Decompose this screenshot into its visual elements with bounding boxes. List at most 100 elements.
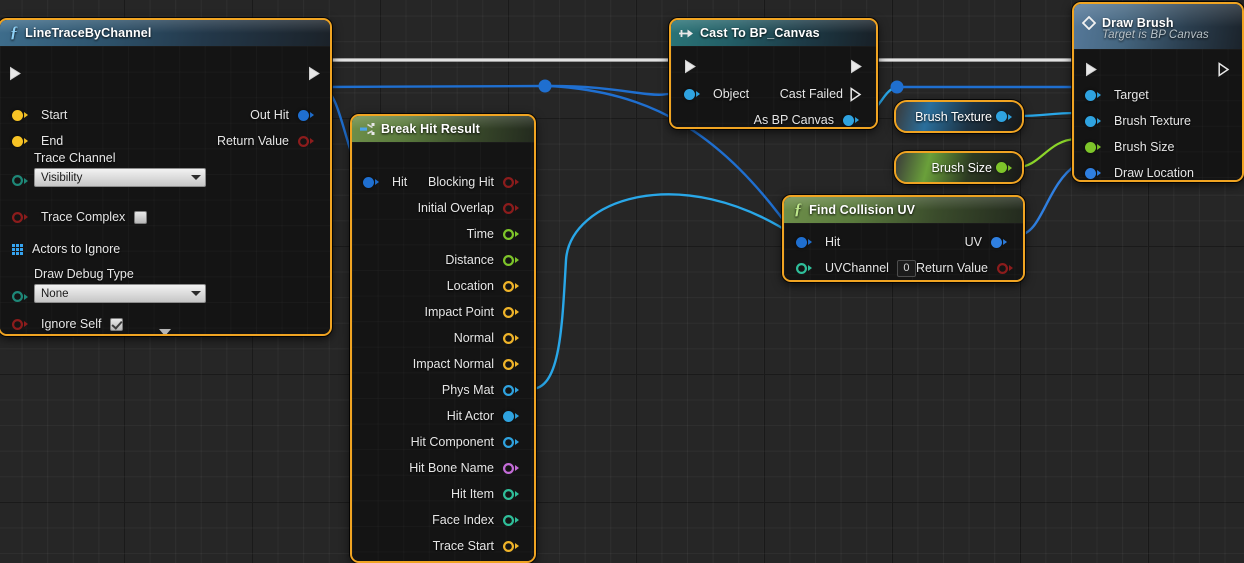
draw-location-pin[interactable] xyxy=(1085,167,1105,179)
node-header-draw-brush: Draw Brush Target is BP Canvas xyxy=(1074,4,1242,49)
output-label: Time xyxy=(466,227,494,241)
exec-in-pin[interactable] xyxy=(684,59,697,74)
trace-channel-label: Trace Channel xyxy=(34,151,116,165)
wire-uv-drawlocation xyxy=(1017,164,1077,237)
node-line-trace-by-channel[interactable]: ƒ LineTraceByChannel Start Out Hit End R… xyxy=(0,18,332,336)
brush-size-var-pin[interactable] xyxy=(996,162,1016,173)
trace-channel-dropdown[interactable]: Visibility xyxy=(34,168,206,187)
impact-point-pin[interactable]: Impact Point xyxy=(425,305,523,319)
trace-complex-label: Trace Complex xyxy=(41,210,126,224)
row-actors-to-ignore: Actors to Ignore xyxy=(12,236,120,262)
hit-bone-name-pin[interactable]: Hit Bone Name xyxy=(409,461,523,475)
chevron-down-icon xyxy=(191,291,201,296)
trace-complex-checkbox[interactable] xyxy=(134,210,148,224)
start-pin[interactable]: Start xyxy=(12,108,67,122)
start-label: Start xyxy=(41,108,68,122)
distance-pin[interactable]: Distance xyxy=(445,253,523,267)
node-draw-brush[interactable]: Draw Brush Target is BP Canvas Target Br… xyxy=(1072,2,1244,182)
brush-texture-pin[interactable] xyxy=(1085,115,1105,127)
node-header-line-trace: ƒ LineTraceByChannel xyxy=(0,20,330,46)
output-label: Normal xyxy=(453,331,494,345)
wire-reroute-castobject xyxy=(549,84,689,96)
trace-complex-pin[interactable] xyxy=(12,212,32,223)
exec-out-pin[interactable] xyxy=(308,66,321,81)
row-draw-location: Draw Location xyxy=(1085,160,1194,180)
row-output-time: Time xyxy=(363,221,523,247)
as-bp-canvas-pin[interactable]: As BP Canvas xyxy=(754,113,863,127)
normal-pin[interactable]: Normal xyxy=(454,331,523,345)
row-output-distance: Distance xyxy=(363,247,523,273)
as-bp-canvas-label: As BP Canvas xyxy=(753,113,834,127)
uv-pin[interactable]: UV xyxy=(965,235,1011,249)
end-pin[interactable]: End xyxy=(12,134,63,148)
return-value-pin[interactable]: Return Value xyxy=(916,261,1017,275)
blocking-hit-pin[interactable]: Blocking Hit xyxy=(428,175,523,189)
end-label: End xyxy=(41,134,64,148)
hit-component-pin[interactable]: Hit Component xyxy=(411,435,523,449)
exec-in-pin[interactable] xyxy=(1085,62,1098,77)
brush-texture-var-pin[interactable] xyxy=(996,111,1016,122)
row-start-outhit: Start Out Hit xyxy=(0,102,330,128)
exec-out-pin[interactable] xyxy=(1218,61,1231,77)
field-trace-channel: Trace Channel Visibility xyxy=(12,151,222,187)
uvchannel-input[interactable]: 0 xyxy=(896,259,916,277)
node-cast-to-bp-canvas[interactable]: Cast To BP_Canvas Object Cast Failed As … xyxy=(669,18,878,129)
out-hit-pin[interactable]: Out Hit xyxy=(250,108,318,122)
trace-channel-pin[interactable] xyxy=(12,175,32,186)
object-pin[interactable]: Object xyxy=(684,87,749,101)
draw-debug-type-pin[interactable] xyxy=(12,291,32,302)
uvchannel-label: UVChannel xyxy=(825,261,889,275)
chevron-down-icon xyxy=(191,175,201,180)
initial-overlap-pin[interactable]: Initial Overlap xyxy=(418,201,523,215)
blueprint-graph-canvas[interactable]: ƒ LineTraceByChannel Start Out Hit End R… xyxy=(0,0,1244,563)
hit-pin[interactable]: Hit xyxy=(796,235,840,249)
trace-start-pin[interactable]: Trace Start xyxy=(433,539,523,553)
row-output-hit-actor: Hit Actor xyxy=(363,403,523,429)
node-title: Find Collision UV xyxy=(809,203,916,217)
expand-node-button[interactable] xyxy=(0,329,330,334)
output-label: Distance xyxy=(445,253,494,267)
actors-to-ignore-array-pin[interactable] xyxy=(12,243,23,255)
row-output-phys-mat: Phys Mat xyxy=(363,377,523,403)
output-label: Hit Item xyxy=(450,487,494,501)
row-trace-complex: Trace Complex xyxy=(12,204,148,230)
draw-debug-type-dropdown[interactable]: None xyxy=(34,284,206,303)
node-variable-brush-size[interactable]: Brush Size xyxy=(894,151,1024,184)
row-output-location: Location xyxy=(363,273,523,299)
uvchannel-pin[interactable]: UVChannel 0 xyxy=(796,259,916,277)
row-output-impact-normal: Impact Normal xyxy=(363,351,523,377)
phys-mat-pin[interactable]: Phys Mat xyxy=(442,383,523,397)
row-brush-texture: Brush Texture xyxy=(1085,108,1191,134)
impact-normal-pin[interactable]: Impact Normal xyxy=(413,357,523,371)
exec-out-pin[interactable] xyxy=(850,59,863,74)
draw-debug-type-label: Draw Debug Type xyxy=(34,267,134,281)
node-variable-brush-texture[interactable]: Brush Texture xyxy=(894,100,1024,133)
node-title: Draw Brush xyxy=(1102,15,1174,30)
row-output-hit-component: Hit Component xyxy=(363,429,523,455)
node-find-collision-uv[interactable]: ƒ Find Collision UV Hit UV UVChannel 0 R… xyxy=(782,195,1025,282)
ignore-self-pin[interactable] xyxy=(12,319,32,330)
hit-item-pin[interactable]: Hit Item xyxy=(451,487,523,501)
brush-size-label: Brush Size xyxy=(1114,140,1175,154)
return-value-label: Return Value xyxy=(216,134,289,148)
event-diamond-icon xyxy=(1082,15,1096,30)
output-label: Initial Overlap xyxy=(417,201,494,215)
trace-channel-value: Visibility xyxy=(41,171,83,184)
hit-actor-pin[interactable]: Hit Actor xyxy=(447,409,523,423)
row-output-trace-start: Trace Start xyxy=(363,533,523,559)
return-value-pin[interactable]: Return Value xyxy=(217,134,318,148)
time-pin[interactable]: Time xyxy=(467,227,523,241)
field-draw-debug-type: Draw Debug Type None xyxy=(12,267,222,303)
location-pin[interactable]: Location xyxy=(447,279,523,293)
exec-in-pin[interactable] xyxy=(9,66,22,81)
cast-arrow-icon xyxy=(679,28,694,39)
row-output-normal: Normal xyxy=(363,325,523,351)
face-index-pin[interactable]: Face Index xyxy=(432,513,523,527)
target-pin[interactable] xyxy=(1085,89,1105,101)
brush-size-pin[interactable] xyxy=(1085,141,1105,153)
break-struct-icon xyxy=(360,122,375,136)
row-output-impact-point: Impact Point xyxy=(363,299,523,325)
node-break-hit-result[interactable]: Break Hit Result Hit Blocking Hit Initial… xyxy=(350,114,536,563)
cast-failed-pin[interactable]: Cast Failed xyxy=(779,86,863,102)
cast-failed-label: Cast Failed xyxy=(779,87,843,101)
